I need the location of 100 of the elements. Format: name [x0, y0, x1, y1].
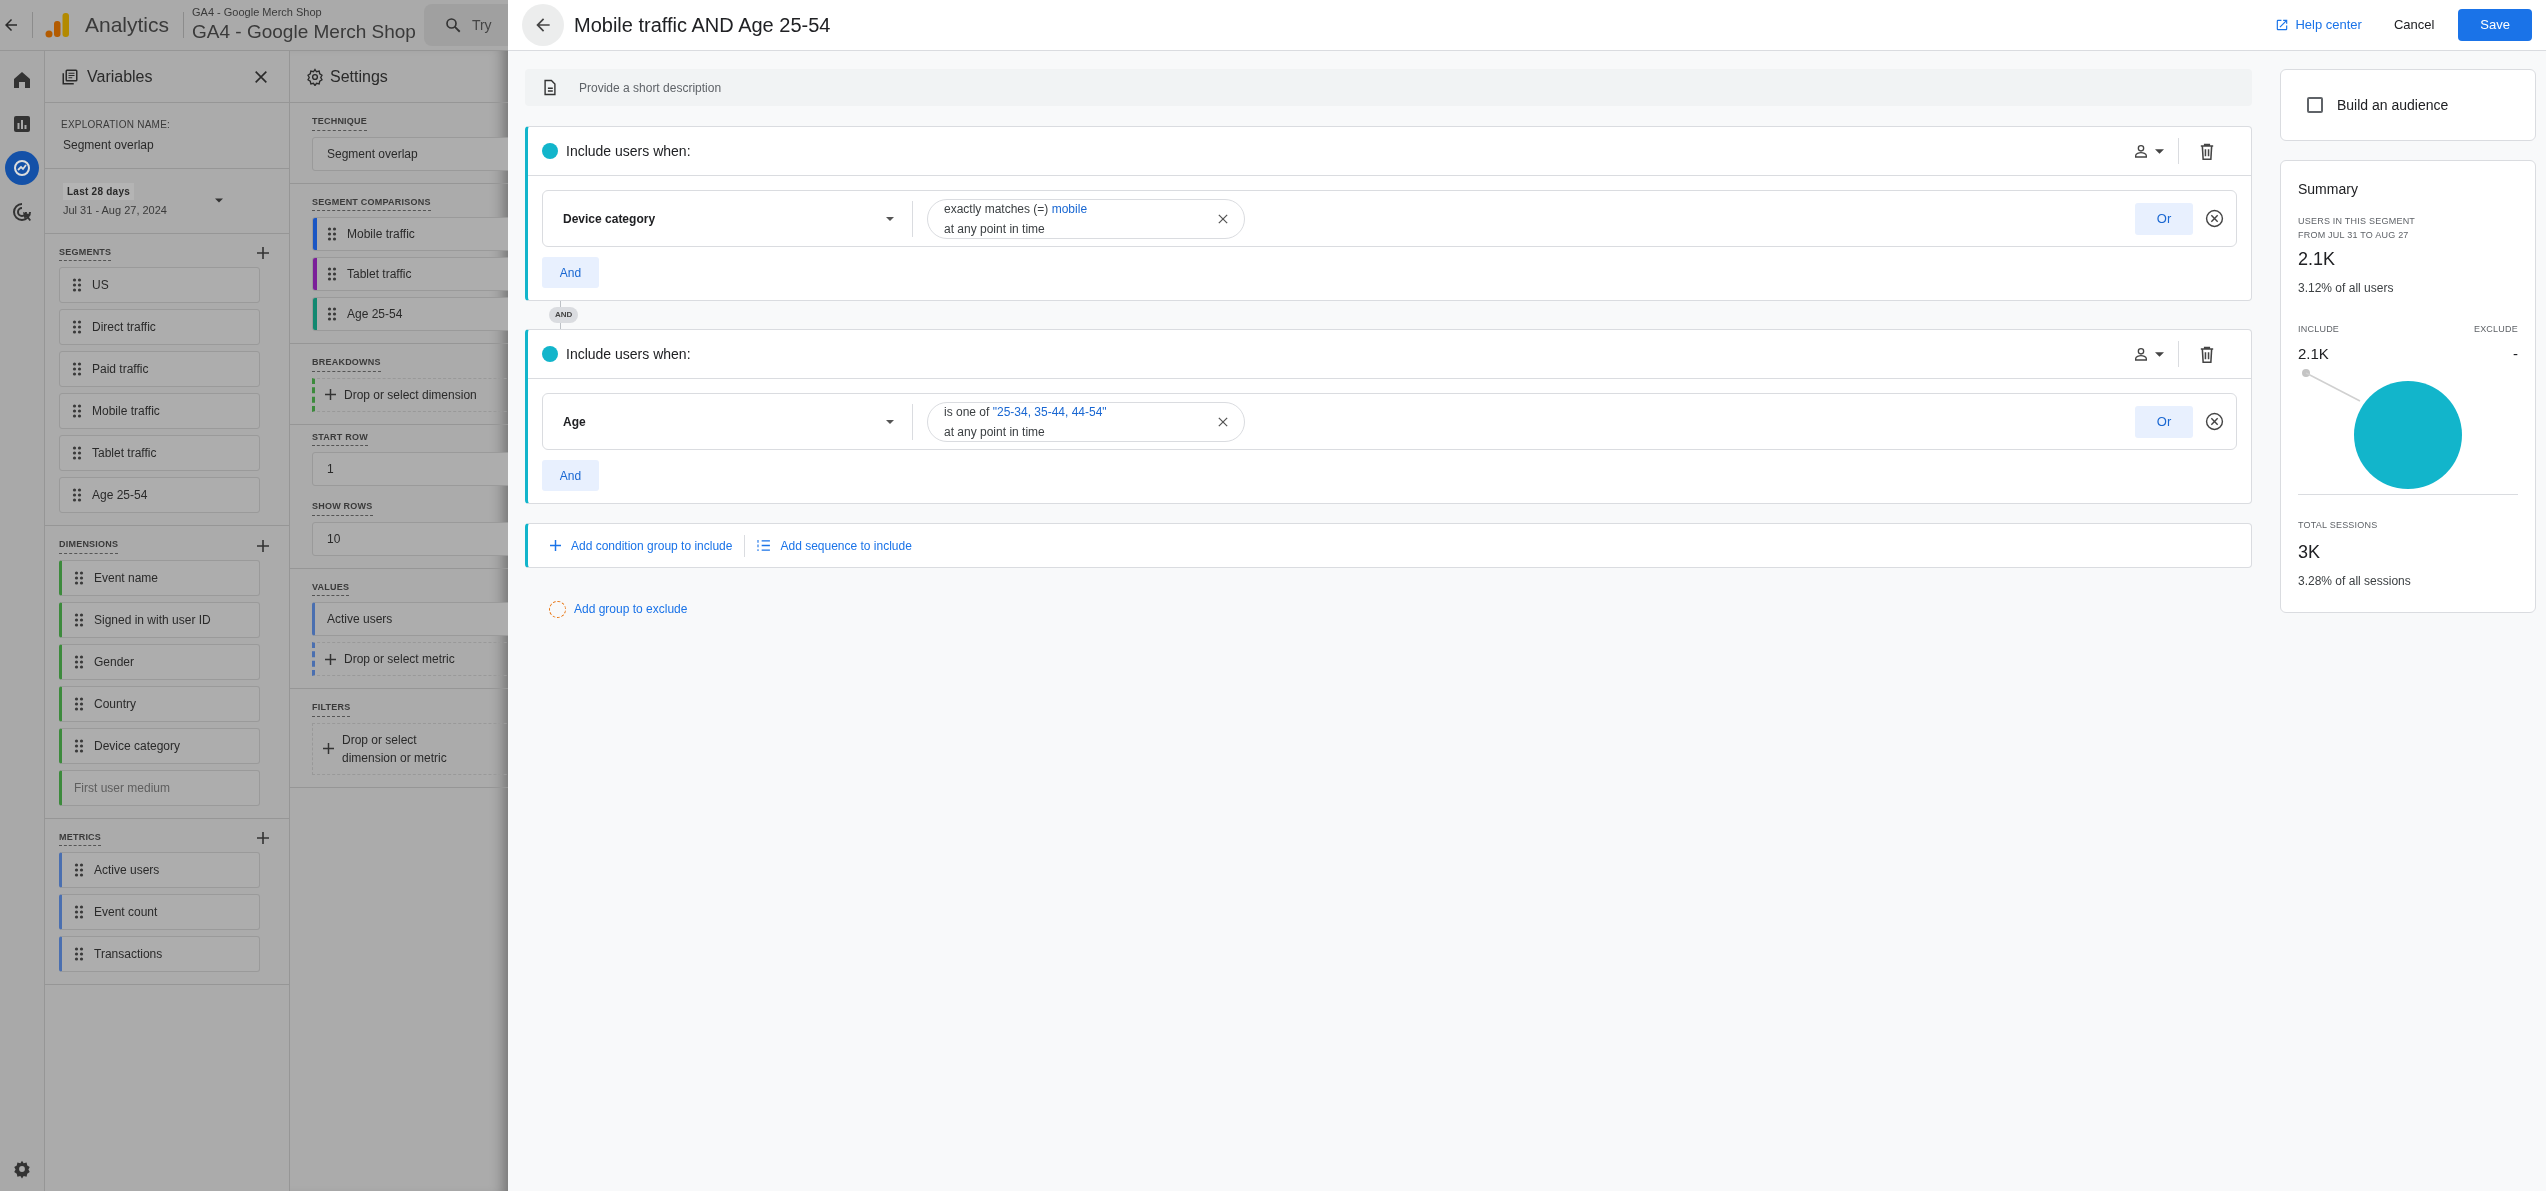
checkbox[interactable]: [2307, 97, 2323, 113]
section-heading: START ROW: [312, 430, 368, 446]
drag-handle-icon[interactable]: [74, 905, 84, 919]
variable-chip[interactable]: Active users: [59, 852, 260, 888]
section-heading: VALUES: [312, 580, 350, 596]
drag-handle-icon[interactable]: [327, 307, 337, 321]
drag-handle-icon[interactable]: [74, 738, 84, 753]
and-button[interactable]: And: [542, 460, 599, 491]
add-icon: [323, 743, 334, 754]
segment-title: Mobile traffic AND Age 25-54: [574, 13, 832, 38]
variable-chip[interactable]: Paid traffic: [59, 351, 260, 387]
variable-chip[interactable]: Transactions: [59, 936, 260, 972]
date-range-picker[interactable]: Last 28 days Jul 31 - Aug 27, 2024: [45, 169, 289, 234]
section-heading: SEGMENT COMPARISONS: [312, 195, 431, 211]
segment-chip[interactable]: Mobile traffic: [312, 217, 508, 251]
external-link-icon: [2275, 18, 2290, 32]
scope-dropdown[interactable]: [2133, 138, 2179, 164]
caret-down-icon: [886, 216, 894, 221]
and-button[interactable]: And: [542, 257, 599, 288]
add-sequence-link[interactable]: Add sequence to include: [757, 536, 912, 555]
drag-handle-icon[interactable]: [74, 570, 84, 585]
close-icon[interactable]: [253, 68, 269, 85]
panel-title: Variables: [87, 66, 154, 87]
back-button[interactable]: [522, 4, 564, 46]
settings-icon[interactable]: [12, 1159, 32, 1179]
drag-handle-icon[interactable]: [72, 278, 82, 292]
close-icon[interactable]: [1218, 416, 1228, 427]
gear-icon: [306, 67, 324, 86]
add-condition-group-link[interactable]: Add condition group to include: [550, 534, 746, 557]
exploration-name[interactable]: Segment overlap: [61, 136, 273, 154]
drag-handle-icon[interactable]: [72, 362, 82, 376]
stat-label: INCLUDE: [2298, 323, 2340, 336]
stat-value: 3K: [2298, 540, 2322, 564]
property-name[interactable]: GA4 - Google Merch Shop: [192, 20, 416, 44]
or-button[interactable]: Or: [2135, 405, 2193, 438]
section-heading: BREAKDOWNS: [312, 356, 381, 372]
trash-icon[interactable]: [2199, 142, 2215, 160]
drag-handle-icon[interactable]: [74, 696, 84, 711]
drag-handle-icon[interactable]: [327, 227, 337, 241]
show-rows-dropdown[interactable]: 10: [312, 521, 508, 556]
trash-icon[interactable]: [2199, 345, 2215, 363]
help-center-link[interactable]: Help center: [2275, 15, 2362, 35]
document-icon: [543, 79, 557, 96]
variable-chip[interactable]: Device category: [59, 727, 260, 764]
or-button[interactable]: Or: [2135, 202, 2193, 235]
search-field[interactable]: Try: [423, 4, 508, 46]
cancel-button[interactable]: Cancel: [2385, 9, 2443, 41]
variable-chip[interactable]: Mobile traffic: [59, 393, 260, 429]
variable-chip[interactable]: Age 25-54: [59, 477, 260, 513]
remove-circle-icon[interactable]: [2205, 209, 2224, 228]
variable-chip[interactable]: Signed in with user ID: [59, 601, 260, 638]
search-icon: [443, 16, 462, 34]
variable-chip[interactable]: Event name: [59, 559, 260, 596]
add-icon[interactable]: [257, 247, 269, 260]
trend-chart-icon[interactable]: [5, 151, 39, 185]
filter-text: exactly matches (=) mobile: [944, 200, 1089, 218]
add-icon[interactable]: [257, 539, 269, 552]
drag-handle-icon[interactable]: [74, 863, 84, 877]
technique-dropdown[interactable]: Segment overlap: [312, 136, 508, 171]
save-button[interactable]: Save: [2458, 9, 2532, 41]
start-row-field[interactable]: 1: [312, 452, 508, 486]
variable-chip[interactable]: Country: [59, 685, 260, 722]
segment-chip[interactable]: Tablet traffic: [312, 257, 508, 291]
add-icon: [550, 540, 561, 551]
drag-handle-icon[interactable]: [72, 446, 82, 460]
drag-handle-icon[interactable]: [74, 612, 84, 627]
segment-chip[interactable]: Age 25-54: [312, 297, 508, 331]
section-heading: TECHNIQUE: [312, 115, 368, 131]
variable-chip[interactable]: Event count: [59, 894, 260, 930]
add-icon[interactable]: [257, 832, 269, 845]
variable-chip[interactable]: Gender: [59, 643, 260, 680]
variable-chip[interactable]: US: [59, 267, 260, 303]
summary-title: Summary: [2298, 180, 2359, 199]
variable-chip[interactable]: Direct traffic: [59, 309, 260, 345]
section-heading: FILTERS: [312, 701, 351, 717]
value-chip[interactable]: Active users: [312, 602, 508, 636]
section-heading: DIMENSIONS: [59, 538, 119, 554]
add-icon: [325, 653, 336, 665]
drag-handle-icon[interactable]: [327, 267, 337, 281]
close-icon[interactable]: [1218, 213, 1228, 224]
stat-label: EXCLUDE: [2473, 323, 2518, 336]
field-label: EXPLORATION NAME:: [61, 118, 172, 132]
remove-circle-icon[interactable]: [2205, 412, 2224, 431]
product-name: Analytics: [85, 12, 170, 39]
dimension-dropdown[interactable]: Device category: [563, 200, 913, 237]
add-exclude-group-link[interactable]: Add group to exclude: [549, 600, 688, 618]
variable-chip[interactable]: Tablet traffic: [59, 435, 260, 471]
person-icon: [2133, 143, 2149, 159]
stat-label: USERS IN THIS SEGMENT: [2298, 215, 2417, 228]
drag-handle-icon[interactable]: [72, 488, 82, 502]
drag-handle-icon[interactable]: [72, 320, 82, 334]
scope-dropdown[interactable]: [2133, 341, 2179, 367]
group-heading: Include users when:: [566, 344, 692, 364]
dimension-dropdown[interactable]: Age: [563, 403, 913, 440]
drag-handle-icon[interactable]: [72, 404, 82, 418]
drag-handle-icon[interactable]: [74, 947, 84, 961]
caret-down-icon: [2155, 148, 2164, 154]
checkbox-label: Build an audience: [2337, 95, 2449, 115]
drag-handle-icon[interactable]: [74, 654, 84, 669]
description-field[interactable]: Provide a short description: [525, 69, 2252, 106]
